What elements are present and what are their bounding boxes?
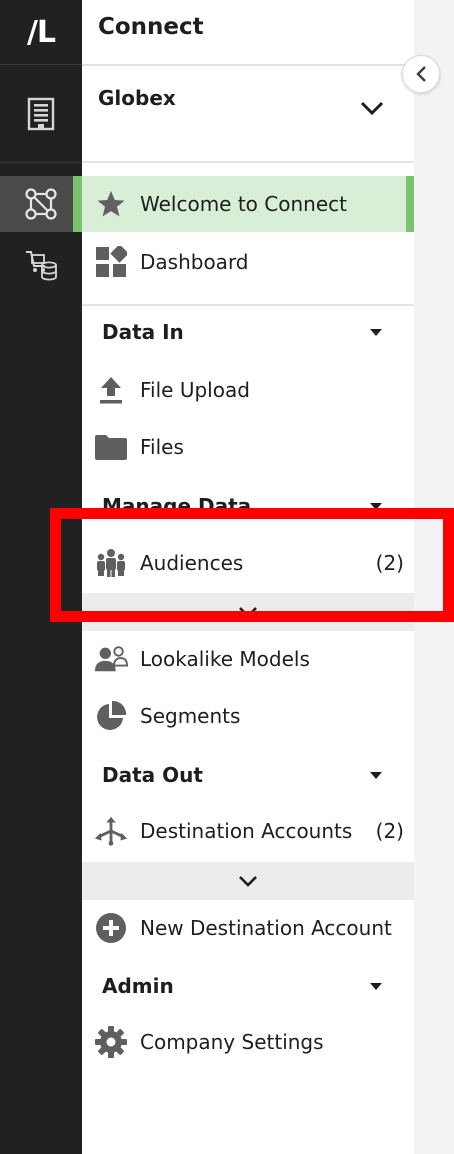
org-name[interactable]: Globex bbox=[98, 86, 176, 110]
folder-icon bbox=[94, 430, 128, 464]
nav-item-dashboard[interactable]: Dashboard bbox=[82, 234, 414, 290]
collapse-sidebar-button[interactable] bbox=[402, 55, 440, 93]
rail-divider bbox=[0, 162, 82, 163]
connect-nodes-icon bbox=[25, 188, 57, 220]
caret-down-icon bbox=[370, 983, 382, 990]
section-title: Admin bbox=[102, 974, 174, 998]
highlight-annotation bbox=[50, 508, 454, 622]
dashboard-icon bbox=[94, 245, 128, 279]
cart-database-icon bbox=[26, 251, 57, 281]
caret-down-icon bbox=[370, 772, 382, 779]
caret-down-icon bbox=[370, 329, 382, 336]
nav-item-label: Welcome to Connect bbox=[140, 192, 347, 216]
nav-item-segments[interactable]: Segments bbox=[82, 688, 414, 744]
nav-item-welcome[interactable]: Welcome to Connect bbox=[73, 176, 414, 232]
nav-item-label: Files bbox=[140, 435, 184, 459]
gear-icon bbox=[94, 1025, 128, 1059]
section-divider bbox=[82, 304, 414, 306]
nav-item-label: Company Settings bbox=[140, 1030, 324, 1054]
upload-icon bbox=[94, 373, 128, 407]
section-title: Data Out bbox=[102, 763, 203, 787]
brand-logo[interactable]: /L bbox=[0, 0, 82, 64]
pie-icon bbox=[94, 699, 128, 733]
rail-item-marketplace[interactable] bbox=[0, 240, 82, 290]
destination-icon bbox=[94, 814, 128, 848]
chevron-left-icon bbox=[416, 66, 426, 82]
section-data-out[interactable]: Data Out bbox=[82, 755, 414, 795]
chevron-down-icon[interactable] bbox=[360, 100, 384, 120]
nav-item-lookalike-models[interactable]: Lookalike Models bbox=[82, 631, 414, 687]
chevron-down-icon bbox=[239, 876, 257, 887]
nav-item-company-settings[interactable]: Company Settings bbox=[82, 1014, 414, 1070]
section-admin[interactable]: Admin bbox=[82, 966, 414, 1006]
plus-circle-icon bbox=[94, 911, 128, 945]
nav-item-new-destination-account[interactable]: New Destination Account bbox=[82, 900, 414, 956]
header-divider bbox=[82, 64, 414, 66]
expand-more-button[interactable] bbox=[82, 862, 414, 900]
count-badge: (2) bbox=[375, 819, 404, 843]
nav-item-destination-accounts[interactable]: Destination Accounts (2) bbox=[82, 803, 414, 859]
nav-item-label: Dashboard bbox=[140, 250, 249, 274]
rail-divider bbox=[0, 64, 82, 65]
nav-item-file-upload[interactable]: File Upload bbox=[82, 362, 414, 418]
nav-item-label: Destination Accounts bbox=[140, 819, 353, 843]
nav-item-files[interactable]: Files bbox=[82, 419, 414, 475]
rail-item-companies[interactable] bbox=[0, 84, 82, 144]
nav-item-label: New Destination Account bbox=[140, 916, 392, 940]
section-data-in[interactable]: Data In bbox=[82, 312, 414, 352]
building-icon bbox=[27, 97, 55, 131]
nav-item-label: Lookalike Models bbox=[140, 647, 310, 671]
section-title: Data In bbox=[102, 320, 184, 344]
nav-item-label: Segments bbox=[140, 704, 241, 728]
lookalike-icon bbox=[94, 642, 128, 676]
org-divider bbox=[82, 161, 414, 163]
star-icon bbox=[94, 187, 128, 221]
nav-item-label: File Upload bbox=[140, 378, 250, 402]
rail-item-connect[interactable] bbox=[0, 176, 82, 232]
panel-title: Connect bbox=[98, 14, 204, 40]
